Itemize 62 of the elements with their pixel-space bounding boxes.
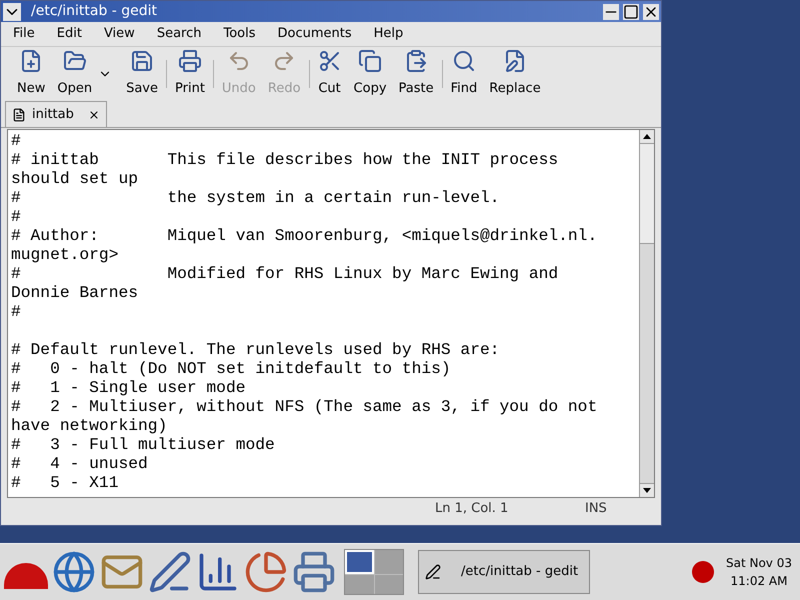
code-line: Donnie Barnes [11, 283, 140, 302]
code-line: have networking) [11, 416, 168, 435]
clock-date: Sat Nov 03 [726, 555, 792, 572]
folder-icon [62, 48, 87, 73]
window-menu-icon[interactable] [3, 2, 21, 20]
toolbar-button[interactable]: Cut [312, 48, 348, 98]
scroll-down-arrow-icon[interactable] [643, 488, 651, 493]
tab-label: inittab [32, 106, 74, 124]
code-line: # Author: Miquel van Smoorenburg, <miquels@drinkel.nl. [11, 226, 598, 245]
clock-time: 11:02 AM [730, 573, 788, 590]
code-line: should set up [11, 169, 140, 188]
document-icon [12, 108, 26, 122]
document-tab[interactable]: inittab [5, 101, 107, 127]
code-line: # [11, 207, 22, 226]
code-line: # [11, 131, 22, 150]
code-line: # Modified for RHS Linux by Marc Ewing and [11, 264, 560, 283]
pie-chart-icon[interactable] [244, 550, 288, 594]
code-line: # inittab This file describes how the INIT process [11, 150, 560, 169]
toolbar-button[interactable]: Print [169, 48, 211, 98]
printer-icon[interactable] [292, 550, 336, 594]
menu-item[interactable]: Help [374, 24, 404, 44]
toolbar-button[interactable]: Find [444, 48, 484, 98]
menu-item[interactable]: Documents [278, 24, 352, 44]
workspace[interactable] [345, 550, 374, 574]
cursor-position: Ln 1, Col. 1 [435, 500, 510, 518]
task-button[interactable]: /etc/inittab - gedit [418, 550, 590, 594]
globe-icon[interactable] [52, 550, 96, 594]
scissors-icon [318, 48, 342, 73]
code-line: # 5 - X11 [11, 473, 120, 492]
toolbar-button[interactable]: Paste [392, 48, 440, 98]
toolbar-button[interactable]: Copy [348, 48, 393, 98]
code-line: # Default runlevel. The runlevels used by RHS are: [11, 340, 501, 359]
menu-item[interactable]: Tools [223, 24, 256, 44]
clipboard-icon [404, 48, 428, 73]
minimize-icon[interactable] [603, 4, 619, 20]
copy-icon [358, 48, 382, 73]
menu-item[interactable]: Edit [56, 24, 82, 44]
menu-item[interactable]: Search [156, 24, 202, 44]
toolbar-button[interactable]: New [11, 48, 52, 98]
code-line: # 4 - unused [11, 454, 149, 473]
toolbar-button[interactable]: Open [51, 48, 98, 98]
printer-icon [178, 48, 202, 73]
window-title: /etc/inittab - gedit [31, 2, 158, 21]
toolbar-button[interactable]: Save [120, 48, 164, 98]
close-tab-icon[interactable] [88, 108, 100, 120]
code-line: # the system in a certain run-level. [11, 188, 501, 207]
close-icon[interactable] [643, 4, 659, 20]
magnifier-icon [452, 48, 476, 73]
toolbar-button[interactable]: Replace [483, 48, 547, 98]
code-line: mugnet.org> [11, 245, 120, 264]
menu-item[interactable]: File [13, 24, 35, 44]
code-line: # 2 - Multiuser, without NFS (The same as 3, if you do not [11, 397, 598, 416]
vertical-scrollbar[interactable] [639, 130, 654, 497]
insert-mode: INS [585, 500, 607, 518]
maximize-icon[interactable] [623, 4, 639, 20]
code-line: # 3 - Full multiuser mode [11, 435, 276, 454]
text-editor[interactable] [8, 130, 639, 497]
scroll-up-arrow-icon[interactable] [643, 134, 651, 139]
code-line: # [11, 302, 22, 321]
menu-item[interactable]: View [104, 24, 135, 44]
code-line: # 0 - halt (Do NOT set initdefault to this) [11, 359, 452, 378]
code-line: # 1 - Single user mode [11, 378, 246, 397]
